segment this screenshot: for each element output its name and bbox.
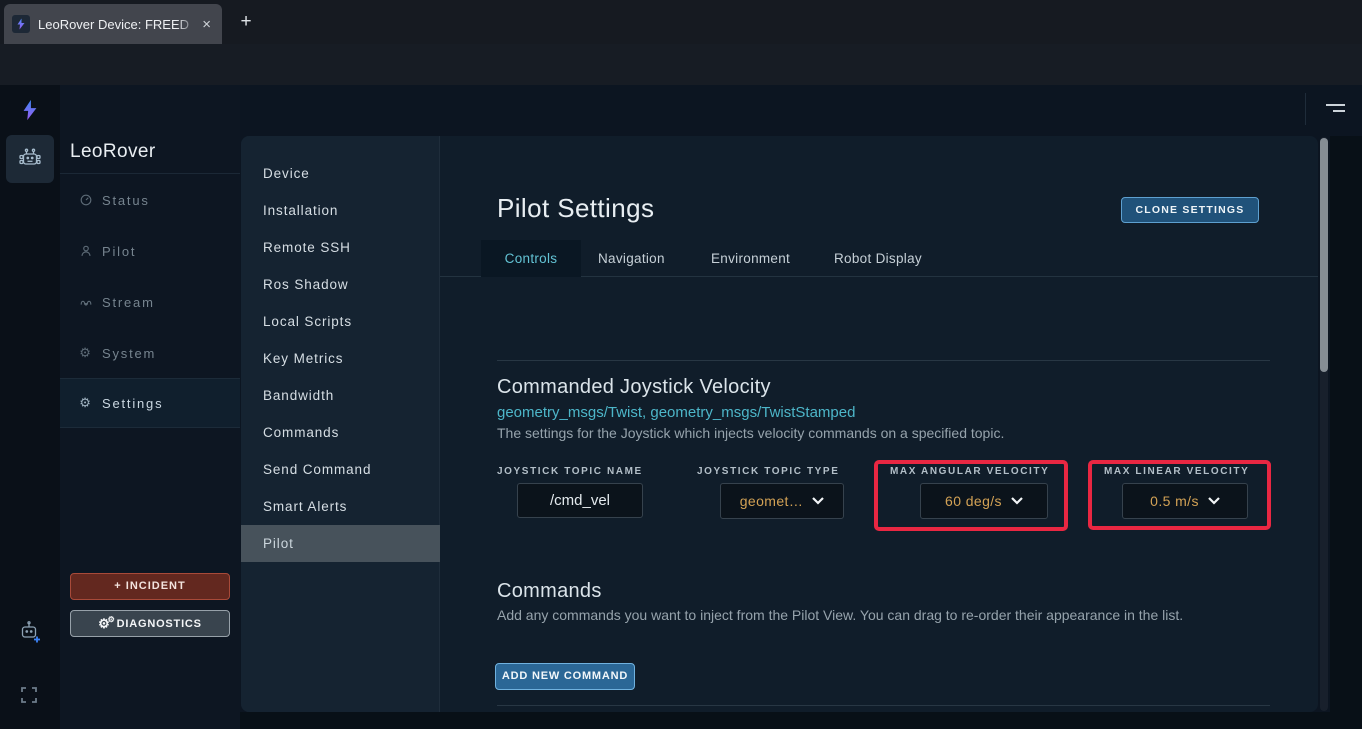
app-background-bottom xyxy=(240,712,1330,729)
sidebar-item-label: Pilot xyxy=(102,244,136,259)
sidebar-item-system[interactable]: ⚙ System xyxy=(60,341,240,365)
joystick-description: The settings for the Joystick which inje… xyxy=(497,424,1004,443)
joystick-section-title: Commanded Joystick Velocity xyxy=(497,376,771,399)
gears-icon: ⚙⚙ xyxy=(98,617,110,630)
sidebar-item-stream[interactable]: Stream xyxy=(60,290,240,314)
divider xyxy=(60,173,240,174)
sort-icon[interactable] xyxy=(1326,104,1346,114)
settings-nav-smart-alerts[interactable]: Smart Alerts xyxy=(241,488,440,525)
tab-title: LeoRover Device: FREED xyxy=(38,17,199,32)
settings-nav-pilot[interactable]: Pilot xyxy=(241,525,440,562)
commands-section-title: Commands xyxy=(497,580,602,603)
add-new-command-button[interactable]: ADD NEW COMMAND xyxy=(495,663,635,690)
settings-nav-ros-shadow[interactable]: Ros Shadow xyxy=(241,266,440,303)
settings-nav-send-command[interactable]: Send Command xyxy=(241,451,440,488)
sidebar-item-pilot[interactable]: Pilot xyxy=(60,239,240,263)
brand-bolt-icon[interactable] xyxy=(19,99,41,121)
settings-nav-bandwidth[interactable]: Bandwidth xyxy=(241,377,440,414)
left-rail xyxy=(0,85,60,729)
new-tab-button[interactable]: + xyxy=(232,8,260,36)
max-linear-velocity-select[interactable]: 0.5 m/s xyxy=(1122,483,1248,519)
diagnostics-label: DIAGNOSTICS xyxy=(117,618,202,630)
sidebar-item-label: Status xyxy=(102,193,150,208)
joystick-topic-name-label: JOYSTICK TOPIC NAME xyxy=(497,466,643,477)
tab-controls[interactable]: Controls xyxy=(481,240,581,277)
max-angular-velocity-label: MAX ANGULAR VELOCITY xyxy=(890,466,1049,477)
person-icon xyxy=(78,244,94,258)
gear-icon: ⚙ xyxy=(78,395,94,411)
commands-description: Add any commands you want to inject from… xyxy=(497,606,1274,625)
sidebar-item-settings[interactable]: ⚙ Settings xyxy=(60,378,240,428)
tab-navigation[interactable]: Navigation xyxy=(598,240,665,277)
clone-settings-button[interactable]: CLONE SETTINGS xyxy=(1121,197,1259,223)
gauge-icon xyxy=(78,193,94,207)
browser-tab-bar: LeoRover Device: FREED × + xyxy=(0,0,1362,44)
device-panel: LeoRover Status Pilot Stream ⚙ System ⚙ xyxy=(60,85,240,729)
settings-nav-device[interactable]: Device xyxy=(241,155,440,192)
main-area: Pilot Settings CLONE SETTINGS Controls N… xyxy=(440,136,1318,712)
device-rover-button[interactable] xyxy=(6,135,54,183)
sidebar-item-label: Stream xyxy=(102,295,155,310)
app-root: LeoRover Status Pilot Stream ⚙ System ⚙ xyxy=(0,85,1362,729)
sidebar-item-label: Settings xyxy=(102,396,163,411)
sidebar-item-status[interactable]: Status xyxy=(60,188,240,212)
chevron-down-icon xyxy=(812,497,824,505)
settings-nav-commands[interactable]: Commands xyxy=(241,414,440,451)
app-background xyxy=(1330,136,1362,729)
tab-robot-display[interactable]: Robot Display xyxy=(834,240,922,277)
scrollbar-thumb[interactable] xyxy=(1320,138,1328,372)
gear-icon: ⚙ xyxy=(78,345,94,361)
max-linear-velocity-label: MAX LINEAR VELOCITY xyxy=(1104,466,1249,477)
settings-nav-local-scripts[interactable]: Local Scripts xyxy=(241,303,440,340)
tab-environment[interactable]: Environment xyxy=(711,240,790,277)
browser-tab[interactable]: LeoRover Device: FREED × xyxy=(4,4,222,44)
settings-nav-key-metrics[interactable]: Key Metrics xyxy=(241,340,440,377)
joystick-topic-type-label: JOYSTICK TOPIC TYPE xyxy=(697,466,839,477)
settings-nav: Device Installation Remote SSH Ros Shado… xyxy=(241,136,440,712)
joystick-topics: geometry_msgs/Twist, geometry_msgs/Twist… xyxy=(497,404,855,421)
incident-button[interactable]: + INCIDENT xyxy=(70,573,230,600)
tabs-row: Controls Navigation Environment Robot Di… xyxy=(440,240,1318,277)
sidebar-item-label: System xyxy=(102,346,156,361)
joystick-topic-name-input[interactable] xyxy=(517,483,643,518)
settings-nav-remote-ssh[interactable]: Remote SSH xyxy=(241,229,440,266)
max-angular-velocity-select[interactable]: 60 deg/s xyxy=(920,483,1048,519)
content-panel: Device Installation Remote SSH Ros Shado… xyxy=(241,136,1318,712)
topbar-divider xyxy=(1305,93,1306,125)
chevron-down-icon xyxy=(1011,497,1023,505)
scrollbar-track[interactable] xyxy=(1320,137,1328,711)
device-name: LeoRover xyxy=(70,141,156,163)
divider xyxy=(497,705,1270,706)
chevron-down-icon xyxy=(1208,497,1220,505)
fullscreen-icon[interactable] xyxy=(19,685,39,705)
page-title: Pilot Settings xyxy=(497,193,654,224)
add-robot-icon[interactable] xyxy=(16,619,42,645)
stream-waves-icon xyxy=(78,295,94,309)
settings-nav-installation[interactable]: Installation xyxy=(241,192,440,229)
divider xyxy=(497,360,1270,361)
tab-favicon-bolt-icon xyxy=(12,15,30,33)
rover-icon xyxy=(17,146,43,172)
joystick-topic-type-select[interactable]: geomet… xyxy=(720,483,844,519)
browser-navbar: ← → https://app.freedomrobotics.ai/?__hs… xyxy=(0,44,1362,85)
tab-close-icon[interactable]: × xyxy=(199,16,214,33)
diagnostics-button[interactable]: ⚙⚙ DIAGNOSTICS xyxy=(70,610,230,637)
